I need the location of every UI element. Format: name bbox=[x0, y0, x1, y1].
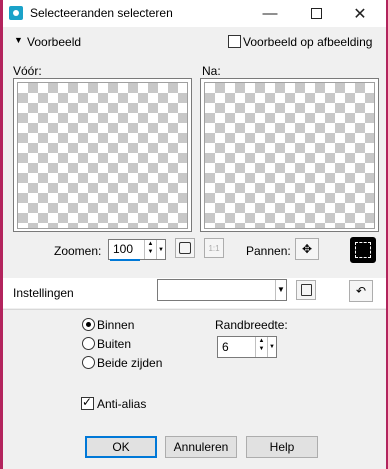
border-width-spin-arrows[interactable]: ▲ ▼ bbox=[255, 337, 267, 357]
radio-inside-label[interactable]: Binnen bbox=[97, 318, 134, 332]
maximize-icon bbox=[310, 8, 322, 19]
zoom-spinbox[interactable]: 100 ▲ ▼ ▼ bbox=[108, 239, 166, 260]
window-edge-left bbox=[0, 0, 3, 469]
radio-both-sides-label[interactable]: Beide zijden bbox=[97, 356, 162, 370]
antialias-checkbox[interactable] bbox=[81, 395, 94, 410]
collapse-arrow-icon[interactable]: ▼ bbox=[14, 35, 23, 45]
after-label: Na: bbox=[202, 64, 221, 78]
pan-label: Pannen: bbox=[246, 244, 291, 258]
zoom-spin-arrows[interactable]: ▲ ▼ bbox=[144, 240, 156, 259]
app-camera-icon bbox=[9, 6, 23, 20]
save-settings-button[interactable] bbox=[296, 280, 316, 300]
after-preview-canvas[interactable] bbox=[204, 82, 375, 229]
settings-selected-value[interactable] bbox=[158, 280, 275, 300]
move-icon: ✥ bbox=[301, 242, 313, 256]
spin-down-icon[interactable]: ▼ bbox=[256, 345, 267, 353]
selection-marquee-button[interactable] bbox=[350, 237, 376, 263]
actual-size-icon: 1:1 bbox=[208, 243, 220, 253]
zoom-label: Zoomen: bbox=[54, 244, 102, 258]
window-title: Selecteeranden selecteren bbox=[30, 6, 173, 20]
radio-outside[interactable] bbox=[82, 337, 95, 350]
marquee-icon bbox=[355, 242, 371, 258]
border-width-label: Randbreedte: bbox=[215, 318, 288, 332]
border-width-dropdown-arrow-icon[interactable]: ▼ bbox=[267, 337, 276, 357]
after-preview-frame[interactable] bbox=[200, 78, 379, 232]
preview-on-image-label: Voorbeeld op afbeelding bbox=[243, 35, 373, 49]
before-label: Vóór: bbox=[13, 64, 42, 78]
chevron-down-icon[interactable]: ▼ bbox=[275, 280, 286, 300]
settings-divider bbox=[3, 309, 386, 310]
pan-button[interactable]: ✥ bbox=[295, 238, 319, 260]
radio-inside[interactable] bbox=[82, 318, 95, 331]
settings-label: Instellingen bbox=[13, 286, 74, 300]
before-preview-frame[interactable] bbox=[13, 78, 192, 232]
ok-button[interactable]: OK bbox=[85, 436, 157, 458]
border-width-value[interactable]: 6 bbox=[218, 337, 255, 357]
reset-settings-button[interactable]: ↶ bbox=[349, 280, 373, 302]
cancel-button[interactable]: Annuleren bbox=[165, 436, 237, 458]
save-icon bbox=[300, 284, 312, 296]
radio-outside-label[interactable]: Buiten bbox=[97, 337, 131, 351]
close-button[interactable]: ✕ bbox=[342, 0, 378, 27]
zoom-fit-button[interactable] bbox=[175, 238, 195, 258]
radio-both-sides[interactable] bbox=[82, 356, 95, 369]
reset-icon: ↶ bbox=[355, 284, 367, 298]
spin-up-icon[interactable]: ▲ bbox=[145, 240, 156, 248]
zoom-value[interactable]: 100 bbox=[109, 240, 144, 259]
help-button[interactable]: Help bbox=[246, 436, 318, 458]
preview-on-image-checkbox[interactable] bbox=[228, 35, 241, 48]
border-width-spinbox[interactable]: 6 ▲ ▼ ▼ bbox=[217, 336, 277, 358]
settings-dropdown[interactable]: ▼ bbox=[157, 279, 287, 301]
spin-up-icon[interactable]: ▲ bbox=[256, 337, 267, 345]
spin-down-icon[interactable]: ▼ bbox=[145, 248, 156, 256]
preview-label[interactable]: Voorbeeld bbox=[27, 35, 81, 49]
zoom-fit-icon bbox=[179, 242, 191, 254]
maximize-button[interactable] bbox=[298, 0, 334, 27]
zoom-dropdown-arrow-icon[interactable]: ▼ bbox=[156, 240, 165, 259]
antialias-label[interactable]: Anti-alias bbox=[97, 397, 146, 411]
before-preview-canvas[interactable] bbox=[17, 82, 188, 229]
minimize-button[interactable]: — bbox=[252, 0, 288, 27]
zoom-actual-size-button[interactable]: 1:1 bbox=[204, 238, 224, 258]
zoom-underline bbox=[110, 259, 140, 261]
